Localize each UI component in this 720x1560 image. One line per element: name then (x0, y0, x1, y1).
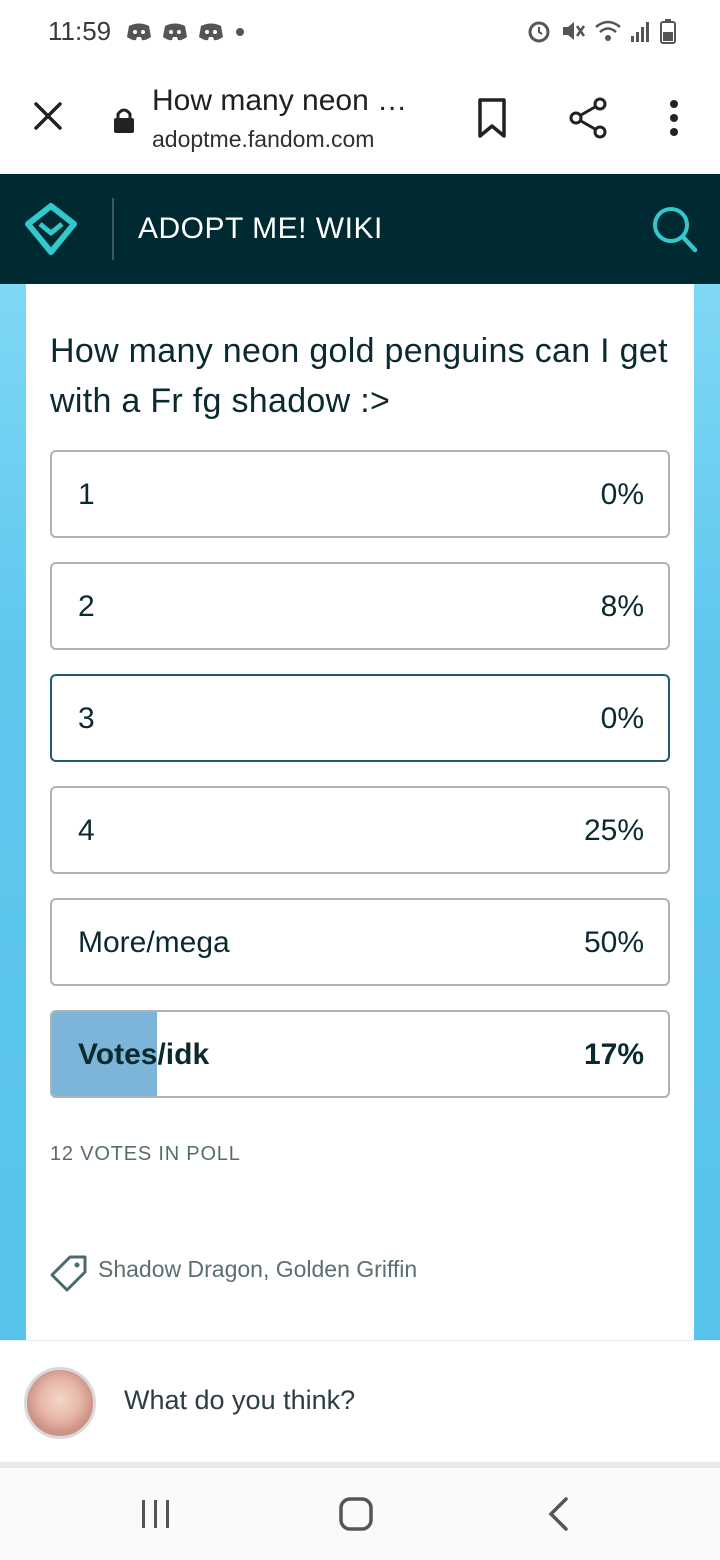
poll-option-label: 4 (78, 814, 95, 847)
system-icons (526, 18, 676, 44)
poll-option-label: More/mega (78, 926, 230, 959)
home-icon[interactable] (338, 1496, 374, 1532)
browser-toolbar: How many neon … adoptme.fandom.com (0, 64, 720, 174)
header-divider (112, 198, 114, 260)
poll-vote-count: 12 VOTES IN POLL (50, 1143, 241, 1165)
discord-icon (199, 23, 223, 41)
poll-option-percent: 0% (600, 478, 644, 511)
battery-icon (660, 19, 676, 44)
poll-question: How many neon gold penguins can I get wi… (50, 332, 668, 420)
poll-option-percent: 17% (583, 1038, 644, 1071)
dot-icon (236, 28, 244, 36)
poll-option[interactable]: 3 0% (50, 674, 670, 762)
poll-option-label: 1 (78, 478, 95, 511)
poll-option[interactable]: More/mega 50% (50, 898, 670, 986)
tag-icon (50, 1255, 87, 1292)
poll-option-label: Votes/idk (78, 1038, 210, 1071)
comment-input[interactable]: What do you think? (124, 1385, 355, 1416)
tags-list[interactable]: Shadow Dragon, Golden Griffin (98, 1256, 417, 1283)
poll-option-voted[interactable]: Votes/idk 17% (50, 1010, 670, 1098)
notification-icons (126, 22, 246, 42)
search-icon[interactable] (650, 204, 698, 254)
wiki-name[interactable]: ADOPT ME! WIKI (138, 212, 383, 246)
comment-bar: What do you think? (0, 1340, 720, 1464)
back-icon[interactable] (546, 1496, 570, 1532)
poll-option-percent: 50% (583, 926, 644, 959)
bookmark-icon[interactable] (472, 96, 512, 140)
share-icon[interactable] (566, 96, 610, 140)
poll-option-percent: 25% (583, 814, 644, 847)
page-url[interactable]: adoptme.fandom.com (152, 126, 374, 153)
avatar[interactable] (24, 1367, 96, 1439)
poll-option[interactable]: 2 8% (50, 562, 670, 650)
alarm-icon (528, 21, 550, 43)
poll-option[interactable]: 1 0% (50, 450, 670, 538)
system-nav-bar (0, 1468, 720, 1560)
wifi-icon (595, 20, 621, 41)
status-bar: 11:59 (0, 0, 720, 64)
poll-option[interactable]: 4 25% (50, 786, 670, 874)
recent-apps-icon[interactable] (140, 1498, 172, 1530)
discord-icon (127, 23, 151, 41)
mute-icon (563, 22, 586, 40)
wiki-header: ADOPT ME! WIKI (0, 174, 720, 284)
page-title[interactable]: How many neon … (152, 84, 407, 118)
lock-icon (114, 108, 134, 133)
close-icon[interactable] (26, 94, 70, 138)
fandom-logo-icon[interactable] (22, 200, 80, 258)
more-vert-icon[interactable] (658, 96, 690, 140)
discord-icon (163, 23, 187, 41)
poll-option-label: 3 (78, 702, 95, 735)
poll-option-percent: 0% (600, 702, 644, 735)
signal-icon (631, 22, 649, 42)
poll-option-percent: 8% (600, 590, 644, 623)
status-time: 11:59 (48, 16, 112, 46)
poll-option-label: 2 (78, 590, 95, 623)
